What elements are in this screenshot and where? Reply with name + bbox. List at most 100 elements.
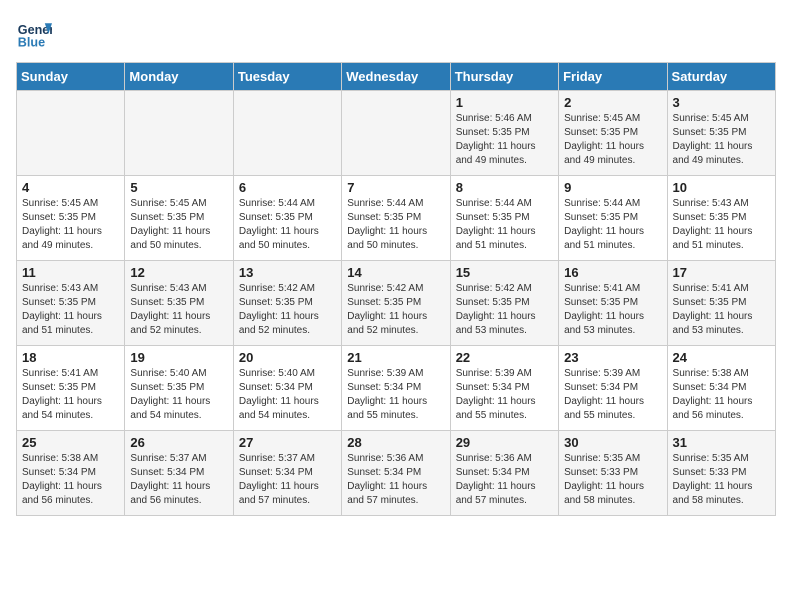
- logo: General Blue: [16, 16, 52, 52]
- day-number: 4: [22, 180, 119, 195]
- week-row-4: 18Sunrise: 5:41 AM Sunset: 5:35 PM Dayli…: [17, 346, 776, 431]
- day-info: Sunrise: 5:38 AM Sunset: 5:34 PM Dayligh…: [673, 367, 770, 423]
- weekday-header-friday: Friday: [559, 63, 667, 91]
- day-number: 11: [22, 265, 119, 280]
- calendar-cell: 16 Sunrise: 5:41 AM Sunset: 5:35 PM Dayli…: [559, 261, 667, 346]
- calendar-cell: [17, 91, 125, 176]
- calendar-cell: 31Sunrise: 5:35 AM Sunset: 5:33 PM Dayli…: [667, 431, 775, 516]
- calendar-cell: 5 Sunrise: 5:45 AM Sunset: 5:35 PM Daylig…: [125, 176, 233, 261]
- day-number: 9: [564, 180, 661, 195]
- day-info: Sunrise: 5:39 AM Sunset: 5:34 PM Dayligh…: [564, 367, 661, 423]
- calendar-cell: 27 Sunrise: 5:37 AM Sunset: 5:34 PM Dayli…: [233, 431, 341, 516]
- day-info: Sunrise: 5:35 AM Sunset: 5:33 PM Dayligh…: [673, 452, 770, 508]
- day-number: 10: [673, 180, 770, 195]
- day-number: 19: [130, 350, 227, 365]
- calendar-cell: 9 Sunrise: 5:44 AM Sunset: 5:35 PM Daylig…: [559, 176, 667, 261]
- calendar-cell: 26Sunrise: 5:37 AM Sunset: 5:34 PM Dayli…: [125, 431, 233, 516]
- day-number: 1: [456, 95, 553, 110]
- calendar-cell: 6 Sunrise: 5:44 AM Sunset: 5:35 PM Daylig…: [233, 176, 341, 261]
- calendar-cell: 12 Sunrise: 5:43 AM Sunset: 5:35 PM Dayli…: [125, 261, 233, 346]
- day-number: 2: [564, 95, 661, 110]
- weekday-header-row: SundayMondayTuesdayWednesdayThursdayFrid…: [17, 63, 776, 91]
- calendar-cell: 15 Sunrise: 5:42 AM Sunset: 5:35 PM Dayli…: [450, 261, 558, 346]
- svg-text:Blue: Blue: [18, 36, 45, 50]
- day-info: Sunrise: 5:41 AM Sunset: 5:35 PM Dayligh…: [673, 282, 770, 338]
- day-info: Sunrise: 5:44 AM Sunset: 5:35 PM Dayligh…: [347, 197, 444, 253]
- day-number: 12: [130, 265, 227, 280]
- weekday-header-monday: Monday: [125, 63, 233, 91]
- day-number: 29: [456, 435, 553, 450]
- day-info: Sunrise: 5:37 AM Sunset: 5:34 PM Dayligh…: [130, 452, 227, 508]
- day-info: Sunrise: 5:43 AM Sunset: 5:35 PM Dayligh…: [130, 282, 227, 338]
- calendar-cell: 24 Sunrise: 5:38 AM Sunset: 5:34 PM Dayli…: [667, 346, 775, 431]
- calendar-cell: 30 Sunrise: 5:35 AM Sunset: 5:33 PM Dayli…: [559, 431, 667, 516]
- day-info: Sunrise: 5:38 AM Sunset: 5:34 PM Dayligh…: [22, 452, 119, 508]
- week-row-5: 25 Sunrise: 5:38 AM Sunset: 5:34 PM Dayli…: [17, 431, 776, 516]
- week-row-3: 11 Sunrise: 5:43 AM Sunset: 5:35 PM Dayli…: [17, 261, 776, 346]
- day-number: 18: [22, 350, 119, 365]
- calendar-cell: [233, 91, 341, 176]
- calendar-cell: 8 Sunrise: 5:44 AM Sunset: 5:35 PM Daylig…: [450, 176, 558, 261]
- day-info: Sunrise: 5:36 AM Sunset: 5:34 PM Dayligh…: [347, 452, 444, 508]
- day-number: 22: [456, 350, 553, 365]
- day-number: 6: [239, 180, 336, 195]
- calendar-cell: 19Sunrise: 5:40 AM Sunset: 5:35 PM Dayli…: [125, 346, 233, 431]
- day-info: Sunrise: 5:41 AM Sunset: 5:35 PM Dayligh…: [564, 282, 661, 338]
- week-row-2: 4 Sunrise: 5:45 AM Sunset: 5:35 PM Daylig…: [17, 176, 776, 261]
- weekday-header-thursday: Thursday: [450, 63, 558, 91]
- day-info: Sunrise: 5:46 AM Sunset: 5:35 PM Dayligh…: [456, 112, 553, 168]
- day-info: Sunrise: 5:39 AM Sunset: 5:34 PM Dayligh…: [456, 367, 553, 423]
- week-row-1: 1 Sunrise: 5:46 AM Sunset: 5:35 PM Daylig…: [17, 91, 776, 176]
- calendar-cell: 2 Sunrise: 5:45 AM Sunset: 5:35 PM Daylig…: [559, 91, 667, 176]
- calendar-cell: [125, 91, 233, 176]
- day-number: 24: [673, 350, 770, 365]
- day-info: Sunrise: 5:45 AM Sunset: 5:35 PM Dayligh…: [130, 197, 227, 253]
- day-info: Sunrise: 5:40 AM Sunset: 5:34 PM Dayligh…: [239, 367, 336, 423]
- day-info: Sunrise: 5:35 AM Sunset: 5:33 PM Dayligh…: [564, 452, 661, 508]
- day-info: Sunrise: 5:44 AM Sunset: 5:35 PM Dayligh…: [564, 197, 661, 253]
- day-number: 23: [564, 350, 661, 365]
- page-header: General Blue: [16, 16, 776, 52]
- calendar-cell: 14Sunrise: 5:42 AM Sunset: 5:35 PM Dayli…: [342, 261, 450, 346]
- calendar-cell: 23 Sunrise: 5:39 AM Sunset: 5:34 PM Dayli…: [559, 346, 667, 431]
- day-number: 28: [347, 435, 444, 450]
- calendar-cell: [342, 91, 450, 176]
- weekday-header-saturday: Saturday: [667, 63, 775, 91]
- calendar-cell: 18Sunrise: 5:41 AM Sunset: 5:35 PM Dayli…: [17, 346, 125, 431]
- calendar-table: SundayMondayTuesdayWednesdayThursdayFrid…: [16, 62, 776, 516]
- day-number: 15: [456, 265, 553, 280]
- logo-icon: General Blue: [16, 16, 52, 52]
- calendar-cell: 17Sunrise: 5:41 AM Sunset: 5:35 PM Dayli…: [667, 261, 775, 346]
- calendar-cell: 1 Sunrise: 5:46 AM Sunset: 5:35 PM Daylig…: [450, 91, 558, 176]
- day-number: 3: [673, 95, 770, 110]
- day-number: 30: [564, 435, 661, 450]
- calendar-cell: 4 Sunrise: 5:45 AM Sunset: 5:35 PM Daylig…: [17, 176, 125, 261]
- calendar-cell: 10 Sunrise: 5:43 AM Sunset: 5:35 PM Dayli…: [667, 176, 775, 261]
- day-number: 5: [130, 180, 227, 195]
- day-info: Sunrise: 5:45 AM Sunset: 5:35 PM Dayligh…: [564, 112, 661, 168]
- day-info: Sunrise: 5:42 AM Sunset: 5:35 PM Dayligh…: [456, 282, 553, 338]
- day-info: Sunrise: 5:42 AM Sunset: 5:35 PM Dayligh…: [347, 282, 444, 338]
- day-number: 25: [22, 435, 119, 450]
- day-info: Sunrise: 5:45 AM Sunset: 5:35 PM Dayligh…: [22, 197, 119, 253]
- calendar-cell: 13Sunrise: 5:42 AM Sunset: 5:35 PM Dayli…: [233, 261, 341, 346]
- calendar-cell: 11Sunrise: 5:43 AM Sunset: 5:35 PM Dayli…: [17, 261, 125, 346]
- calendar-cell: 29 Sunrise: 5:36 AM Sunset: 5:34 PM Dayli…: [450, 431, 558, 516]
- day-info: Sunrise: 5:44 AM Sunset: 5:35 PM Dayligh…: [456, 197, 553, 253]
- day-number: 27: [239, 435, 336, 450]
- day-number: 20: [239, 350, 336, 365]
- day-info: Sunrise: 5:44 AM Sunset: 5:35 PM Dayligh…: [239, 197, 336, 253]
- calendar-cell: 21 Sunrise: 5:39 AM Sunset: 5:34 PM Dayli…: [342, 346, 450, 431]
- day-info: Sunrise: 5:37 AM Sunset: 5:34 PM Dayligh…: [239, 452, 336, 508]
- calendar-cell: 7 Sunrise: 5:44 AM Sunset: 5:35 PM Daylig…: [342, 176, 450, 261]
- day-number: 21: [347, 350, 444, 365]
- day-number: 16: [564, 265, 661, 280]
- day-number: 8: [456, 180, 553, 195]
- day-number: 7: [347, 180, 444, 195]
- day-info: Sunrise: 5:39 AM Sunset: 5:34 PM Dayligh…: [347, 367, 444, 423]
- day-info: Sunrise: 5:42 AM Sunset: 5:35 PM Dayligh…: [239, 282, 336, 338]
- calendar-cell: 3 Sunrise: 5:45 AM Sunset: 5:35 PM Daylig…: [667, 91, 775, 176]
- day-info: Sunrise: 5:36 AM Sunset: 5:34 PM Dayligh…: [456, 452, 553, 508]
- day-info: Sunrise: 5:45 AM Sunset: 5:35 PM Dayligh…: [673, 112, 770, 168]
- day-info: Sunrise: 5:43 AM Sunset: 5:35 PM Dayligh…: [673, 197, 770, 253]
